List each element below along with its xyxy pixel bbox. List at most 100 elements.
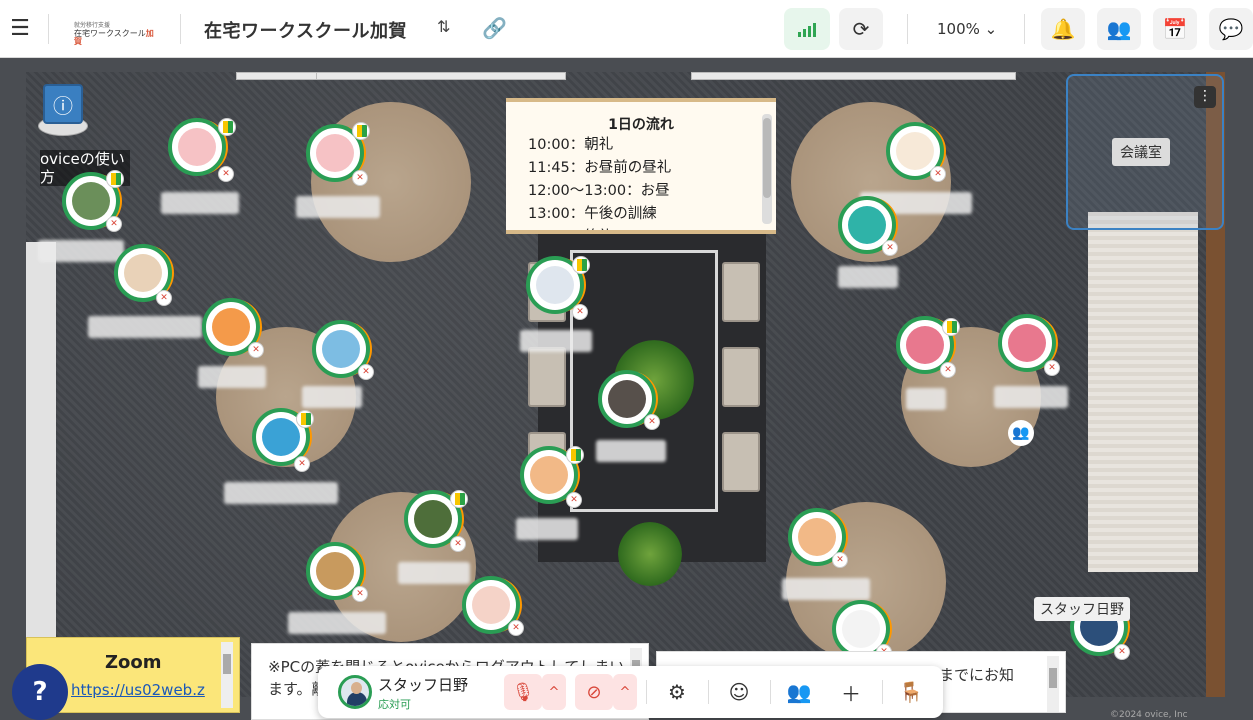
right-rug — [1088, 212, 1198, 572]
user-name — [520, 330, 592, 352]
rabbit-icon — [178, 128, 216, 166]
meeting-room[interactable]: 会議室 ⋮ — [1066, 74, 1224, 230]
chat-button[interactable]: 💬 — [1209, 8, 1253, 50]
camera-options-button[interactable]: ^ — [613, 674, 637, 710]
user-name — [838, 266, 898, 288]
mic-off-icon: ✕ — [572, 304, 588, 320]
mic-off-icon: ✕ — [930, 166, 946, 182]
elephant-icon — [322, 330, 360, 368]
user-name — [516, 518, 578, 540]
emoji-button[interactable]: ☺ — [722, 676, 756, 708]
info-object[interactable]: ⓘ — [38, 82, 88, 142]
top-bar: ☰ 就労移行支援 在宅ワークスクール加賀 在宅ワークスクール加賀 ⇅ 🔗 ⟳ 1… — [0, 0, 1253, 58]
camera-off-icon: ⊘ — [586, 681, 602, 703]
mic-off-icon: ✕ — [1114, 644, 1130, 660]
sofa — [722, 432, 760, 492]
chevron-down-icon: ⌄ — [984, 20, 998, 38]
divider — [708, 680, 709, 704]
settings-button[interactable]: ⚙ — [660, 676, 694, 708]
user-name — [782, 578, 870, 600]
refresh-icon: ⟳ — [852, 17, 870, 41]
mic-off-icon: ✕ — [832, 552, 848, 568]
signal-bar — [813, 23, 816, 37]
schedule-line: 13:00：午後の訓練 — [528, 206, 657, 222]
calendar-icon: 📅 — [1162, 17, 1188, 41]
mic-off-icon: ✕ — [1044, 360, 1060, 376]
mic-off-icon: ✕ — [352, 170, 368, 186]
user-name — [38, 240, 124, 262]
signal-button[interactable] — [784, 8, 830, 50]
away-seat-button[interactable]: 🪑 — [894, 676, 928, 708]
staff-name-label: スタッフ日野 — [1034, 597, 1130, 621]
notifications-button[interactable]: 🔔 — [1041, 8, 1085, 50]
mic-options-button[interactable]: ^ — [542, 674, 566, 710]
scrollbar-thumb[interactable] — [763, 118, 771, 198]
logo-main-text: 在宅ワークスクール — [74, 29, 146, 38]
beginner-mark-icon — [218, 118, 236, 136]
kitchen-wall — [26, 242, 56, 697]
dog-icon — [530, 456, 568, 494]
signal-bar — [798, 32, 801, 37]
schedule-line: 15:45：終礼 — [506, 226, 776, 230]
divider — [48, 14, 49, 44]
members-button[interactable]: 👥 — [1097, 8, 1141, 50]
user-name — [302, 386, 362, 408]
group-icon[interactable]: 👥 — [1008, 420, 1034, 446]
help-button[interactable]: ? — [12, 664, 68, 720]
hamburger-icon[interactable]: ☰ — [0, 0, 40, 58]
divider — [907, 14, 908, 44]
space-logo: 就労移行支援 在宅ワークスクール加賀 — [74, 22, 154, 46]
beginner-mark-icon — [566, 446, 584, 464]
camera-toggle-button[interactable]: ⊘ — [575, 674, 613, 710]
divider — [646, 680, 647, 704]
mic-off-icon: ✕ — [352, 586, 368, 602]
schedule-board[interactable]: 1日の流れ 10:00：朝礼 11:45：お昼前の昼礼 12:00〜13:00：… — [506, 98, 776, 234]
notice-scrollbar[interactable] — [1047, 656, 1059, 712]
copyright: ©2024 ovice, Inc — [1110, 710, 1188, 720]
bell-icon: 🔔 — [1050, 17, 1076, 41]
zoom-scrollbar[interactable] — [221, 642, 233, 708]
mic-off-icon: ✕ — [882, 240, 898, 256]
fox-icon — [212, 308, 250, 346]
calendar-button[interactable]: 📅 — [1153, 8, 1197, 50]
more-vert-icon[interactable]: ⋮ — [1194, 86, 1216, 108]
mic-off-icon: ✕ — [358, 364, 374, 380]
user-name — [596, 440, 666, 462]
animal-sketch-icon — [842, 610, 880, 648]
mic-toggle-button[interactable]: 🎙 — [504, 674, 542, 710]
cat-icon — [906, 326, 944, 364]
divider — [882, 680, 883, 704]
group-button[interactable]: 👥 — [782, 676, 816, 708]
cat-icon — [896, 132, 934, 170]
my-avatar[interactable] — [338, 675, 372, 709]
dog-icon — [798, 518, 836, 556]
my-name: スタッフ日野 — [378, 676, 469, 694]
schedule-scrollbar[interactable] — [762, 114, 772, 224]
mic-off-icon: ✕ — [248, 342, 264, 358]
signal-bar — [803, 29, 806, 37]
illustration-icon — [472, 586, 510, 624]
zoom-selector[interactable]: 100% ⌄ — [937, 20, 997, 38]
scrollbar-thumb[interactable] — [223, 654, 231, 674]
add-button[interactable]: ＋ — [834, 676, 868, 708]
scrollbar-thumb[interactable] — [1049, 668, 1057, 688]
swap-vert-icon[interactable]: ⇅ — [437, 17, 450, 36]
schedule-line: 10:00：朝礼 — [528, 137, 614, 153]
my-status[interactable]: 応対可 — [378, 696, 411, 712]
chevron-up-icon: ^ — [548, 684, 560, 700]
sofa — [528, 347, 566, 407]
chair-icon: 🪑 — [898, 680, 924, 704]
zoom-link[interactable]: https://us02web.z — [71, 681, 205, 699]
control-bar: スタッフ日野 応対可 🎙 ^ ⊘ ^ ⚙ ☺ 👥 ＋ 🪑 — [318, 666, 943, 718]
plant — [618, 522, 682, 586]
rabbit-icon — [316, 134, 354, 172]
emoji-icon: ☺ — [728, 680, 750, 704]
refresh-button[interactable]: ⟳ — [839, 8, 883, 50]
mic-off-icon: ✕ — [940, 362, 956, 378]
beginner-mark-icon — [450, 490, 468, 508]
drummer-icon — [262, 418, 300, 456]
link-icon[interactable]: 🔗 — [482, 16, 507, 40]
user-name — [161, 192, 239, 214]
user-name — [906, 388, 946, 410]
signal-bar — [808, 26, 811, 37]
